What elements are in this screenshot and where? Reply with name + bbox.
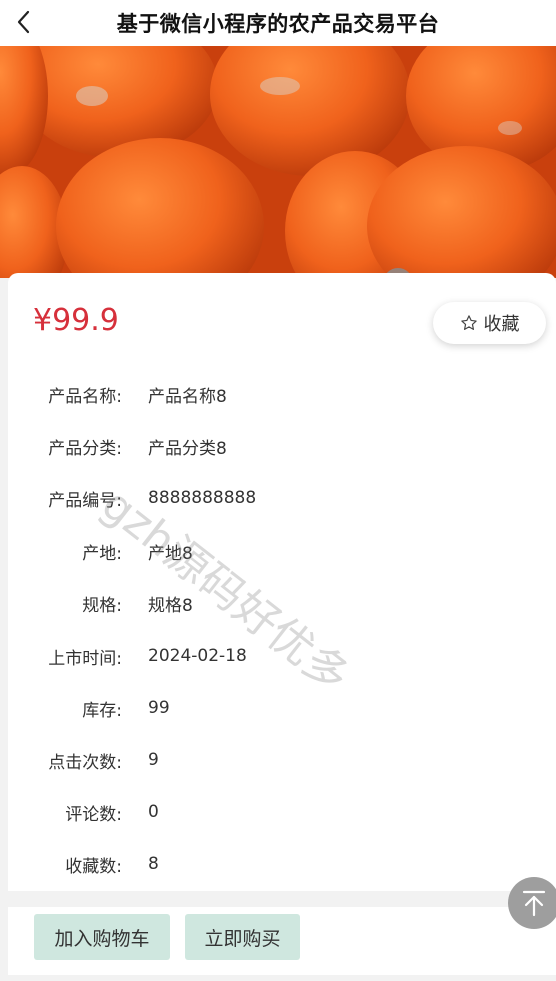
info-row-category: 产品分类: 产品分类8 bbox=[8, 431, 548, 461]
field-label: 规格: bbox=[82, 595, 122, 616]
favorite-label: 收藏 bbox=[483, 314, 520, 335]
chevron-left-icon bbox=[17, 10, 30, 34]
page-title: 基于微信小程序的农产品交易平台 bbox=[116, 12, 440, 36]
arrow-up-icon bbox=[522, 890, 546, 917]
buy-now-button[interactable]: 立即购买 bbox=[185, 914, 300, 960]
info-row-date: 上市时间: 2024-02-18 bbox=[8, 641, 548, 671]
field-label: 产品分类: bbox=[48, 438, 122, 459]
info-row-origin: 产地: 产地8 bbox=[8, 536, 548, 566]
field-value: 产地8 bbox=[148, 543, 193, 564]
field-value: 99 bbox=[148, 698, 170, 718]
field-value: 8 bbox=[148, 854, 159, 874]
field-label: 上市时间: bbox=[48, 648, 122, 669]
favorite-button[interactable]: 收藏 bbox=[433, 302, 546, 344]
info-row-spec: 规格: 规格8 bbox=[8, 588, 548, 618]
bottom-action-bar: 加入购物车 立即购买 bbox=[8, 907, 556, 975]
field-value: 产品分类8 bbox=[148, 438, 227, 459]
product-price: ¥99.9 bbox=[33, 303, 119, 338]
info-row-name: 产品名称: 产品名称8 bbox=[8, 379, 548, 409]
field-value: 9 bbox=[148, 750, 159, 770]
product-image bbox=[0, 46, 556, 278]
field-label: 产品名称: bbox=[48, 386, 122, 407]
add-to-cart-button[interactable]: 加入购物车 bbox=[34, 914, 170, 960]
field-value: 规格8 bbox=[148, 595, 193, 616]
star-outline-icon bbox=[460, 315, 477, 330]
field-value: 0 bbox=[148, 802, 159, 822]
field-label: 库存: bbox=[82, 700, 122, 721]
product-info-card: ¥99.9 收藏 产品名称: 产品名称8 产品分类: 产品分类8 产品编号: 8… bbox=[8, 273, 556, 891]
back-to-top-button[interactable] bbox=[508, 877, 556, 929]
field-label: 收藏数: bbox=[65, 856, 122, 877]
header-bar: 基于微信小程序的农产品交易平台 bbox=[0, 0, 556, 46]
back-button[interactable] bbox=[8, 4, 38, 40]
field-label: 产地: bbox=[82, 543, 122, 564]
info-row-code: 产品编号: 8888888888 bbox=[8, 483, 548, 513]
field-value: 产品名称8 bbox=[148, 386, 227, 407]
info-row-clicks: 点击次数: 9 bbox=[8, 745, 548, 775]
info-row-favorites: 收藏数: 8 bbox=[8, 849, 548, 879]
field-value: 2024-02-18 bbox=[148, 646, 247, 666]
info-row-comments: 评论数: 0 bbox=[8, 797, 548, 827]
field-label: 评论数: bbox=[65, 804, 122, 825]
field-value: 8888888888 bbox=[148, 488, 257, 508]
field-label: 产品编号: bbox=[48, 490, 122, 511]
info-row-stock: 库存: 99 bbox=[8, 693, 548, 723]
field-label: 点击次数: bbox=[48, 752, 122, 773]
